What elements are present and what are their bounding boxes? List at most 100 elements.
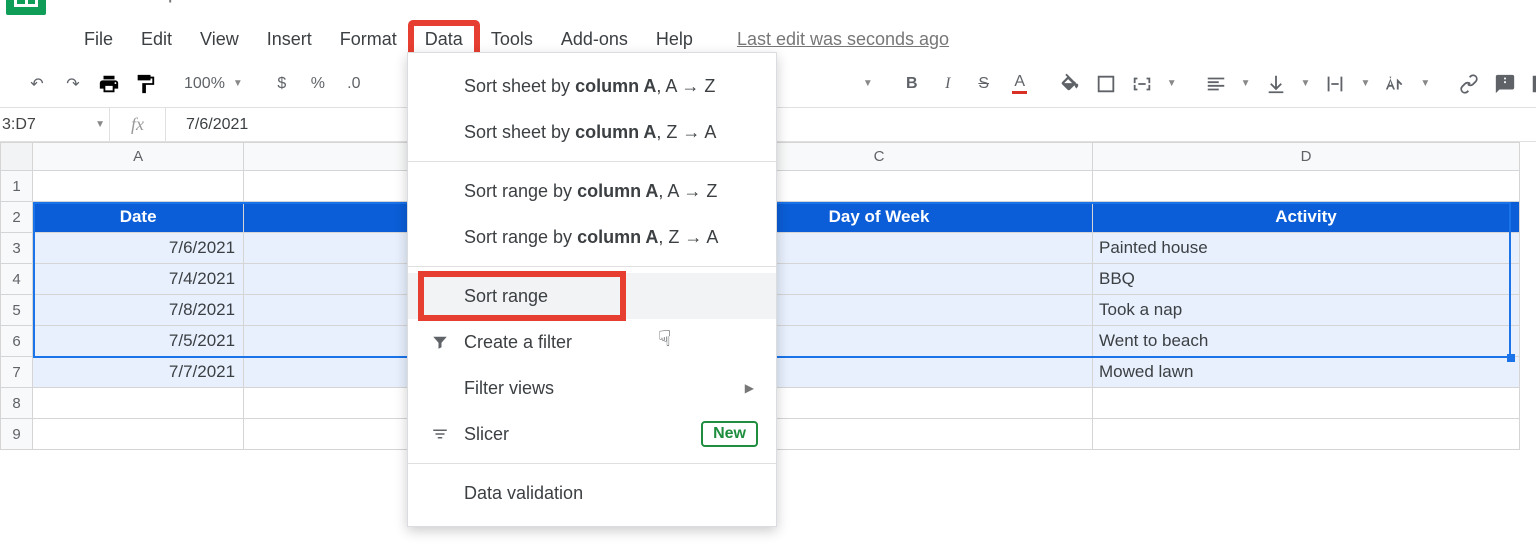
selection-handle[interactable] [1507, 354, 1515, 362]
cell[interactable]: Painted house [1093, 233, 1520, 264]
text-color-button[interactable]: A [1009, 70, 1031, 98]
format-currency-button[interactable]: $ [271, 70, 293, 98]
menu-addons[interactable]: Add-ons [547, 23, 642, 56]
menu-item-label: Sort range by column A, A → Z [464, 181, 717, 202]
row-header[interactable]: 7 [1, 357, 33, 388]
italic-button[interactable]: I [937, 70, 959, 98]
cell[interactable]: 7/8/2021 [33, 295, 244, 326]
menu-filter-views[interactable]: Filter views ▶ [408, 365, 776, 411]
cell[interactable] [1093, 171, 1520, 202]
paint-format-button[interactable] [134, 70, 156, 98]
menu-separator [408, 161, 776, 162]
menu-sort-sheet-az[interactable]: Sort sheet by column A, A → Z [408, 63, 776, 109]
menu-sort-range-az[interactable]: Sort range by column A, A → Z [408, 168, 776, 214]
row-header[interactable]: 1 [1, 171, 33, 202]
chevron-down-icon[interactable]: ▼ [863, 78, 873, 89]
chevron-down-icon[interactable]: ▼ [1241, 78, 1251, 89]
chevron-down-icon[interactable]: ▼ [1301, 78, 1311, 89]
menu-item-label: Filter views [464, 378, 554, 399]
menu-sort-range-za[interactable]: Sort range by column A, Z → A [408, 214, 776, 260]
redo-button[interactable]: ↷ [62, 70, 84, 98]
v-align-button[interactable] [1265, 70, 1287, 98]
name-box-value: 3:D7 [2, 116, 36, 134]
merge-cells-button[interactable] [1131, 70, 1153, 98]
cell[interactable] [33, 419, 244, 450]
align-bottom-icon [1265, 73, 1287, 95]
insert-chart-button[interactable] [1530, 70, 1536, 98]
strikethrough-button[interactable]: S [973, 70, 995, 98]
menu-data-validation[interactable]: Data validation [408, 470, 776, 516]
menu-item-label: Sort range by column A, Z → A [464, 227, 718, 248]
cell[interactable]: 7/7/2021 [33, 357, 244, 388]
menu-edit[interactable]: Edit [127, 23, 186, 56]
row-header[interactable]: 2 [1, 202, 33, 233]
comment-icon [1494, 73, 1516, 95]
cell[interactable]: Went to beach [1093, 326, 1520, 357]
chevron-down-icon[interactable]: ▼ [1167, 78, 1177, 89]
cell[interactable]: Mowed lawn [1093, 357, 1520, 388]
cell-header-date[interactable]: Date [33, 202, 244, 233]
menu-sort-sheet-za[interactable]: Sort sheet by column A, Z → A [408, 109, 776, 155]
text-wrap-button[interactable] [1324, 70, 1346, 98]
last-edit-link[interactable]: Last edit was seconds ago [737, 29, 949, 50]
chart-icon [1530, 73, 1536, 95]
menu-separator [408, 463, 776, 464]
name-box[interactable]: 3:D7 ▼ [0, 108, 110, 141]
cell[interactable]: Took a nap [1093, 295, 1520, 326]
format-percent-button[interactable]: % [307, 70, 329, 98]
menu-view[interactable]: View [186, 23, 253, 56]
borders-button[interactable] [1095, 70, 1117, 98]
fill-color-button[interactable] [1059, 70, 1081, 98]
menu-data[interactable]: Data [411, 23, 477, 56]
format-decimals-button[interactable]: .0 [343, 70, 365, 98]
undo-button[interactable]: ↶ [26, 70, 48, 98]
cell-header-activity[interactable]: Activity [1093, 202, 1520, 233]
menu-insert[interactable]: Insert [253, 23, 326, 56]
cell[interactable] [33, 171, 244, 202]
chevron-down-icon: ▼ [233, 78, 243, 89]
cell[interactable] [1093, 388, 1520, 419]
row-header[interactable]: 4 [1, 264, 33, 295]
wrap-icon [1324, 73, 1346, 95]
row-header[interactable]: 5 [1, 295, 33, 326]
bold-button[interactable]: B [901, 70, 923, 98]
print-icon [98, 73, 120, 95]
menu-create-filter[interactable]: Create a filter [408, 319, 776, 365]
insert-link-button[interactable] [1458, 70, 1480, 98]
menu-tools[interactable]: Tools [477, 23, 547, 56]
menu-file[interactable]: File [70, 23, 127, 56]
insert-comment-button[interactable] [1494, 70, 1516, 98]
zoom-select[interactable]: 100% ▼ [184, 75, 243, 93]
sheets-logo[interactable] [6, 0, 46, 15]
document-title[interactable]: Untitled spreadsheet [76, 0, 278, 4]
row-header[interactable]: 9 [1, 419, 33, 450]
chevron-down-icon: ▼ [95, 119, 105, 130]
col-header-a[interactable]: A [33, 143, 244, 171]
paint-bucket-icon [1059, 73, 1081, 95]
row-header[interactable]: 6 [1, 326, 33, 357]
cell[interactable]: 7/6/2021 [33, 233, 244, 264]
cell[interactable]: 7/5/2021 [33, 326, 244, 357]
formula-input[interactable]: 7/6/2021 [166, 116, 1536, 134]
col-header-d[interactable]: D [1093, 143, 1520, 171]
menu-help[interactable]: Help [642, 23, 707, 56]
text-rotation-button[interactable] [1384, 70, 1406, 98]
menu-format[interactable]: Format [326, 23, 411, 56]
chevron-down-icon[interactable]: ▼ [1360, 78, 1370, 89]
menu-sort-range[interactable]: Sort range [408, 273, 776, 319]
cell[interactable] [1093, 419, 1520, 450]
rotation-icon [1384, 73, 1406, 95]
print-button[interactable] [98, 70, 120, 98]
chevron-down-icon[interactable]: ▼ [1420, 78, 1430, 89]
row-header[interactable]: 8 [1, 388, 33, 419]
link-icon [1458, 73, 1480, 95]
select-all-corner[interactable] [1, 143, 33, 171]
filter-icon [430, 333, 450, 351]
h-align-button[interactable] [1205, 70, 1227, 98]
slicer-icon [430, 425, 450, 443]
cell[interactable]: BBQ [1093, 264, 1520, 295]
cell[interactable] [33, 388, 244, 419]
row-header[interactable]: 3 [1, 233, 33, 264]
cell[interactable]: 7/4/2021 [33, 264, 244, 295]
menu-slicer[interactable]: Slicer New [408, 411, 776, 457]
